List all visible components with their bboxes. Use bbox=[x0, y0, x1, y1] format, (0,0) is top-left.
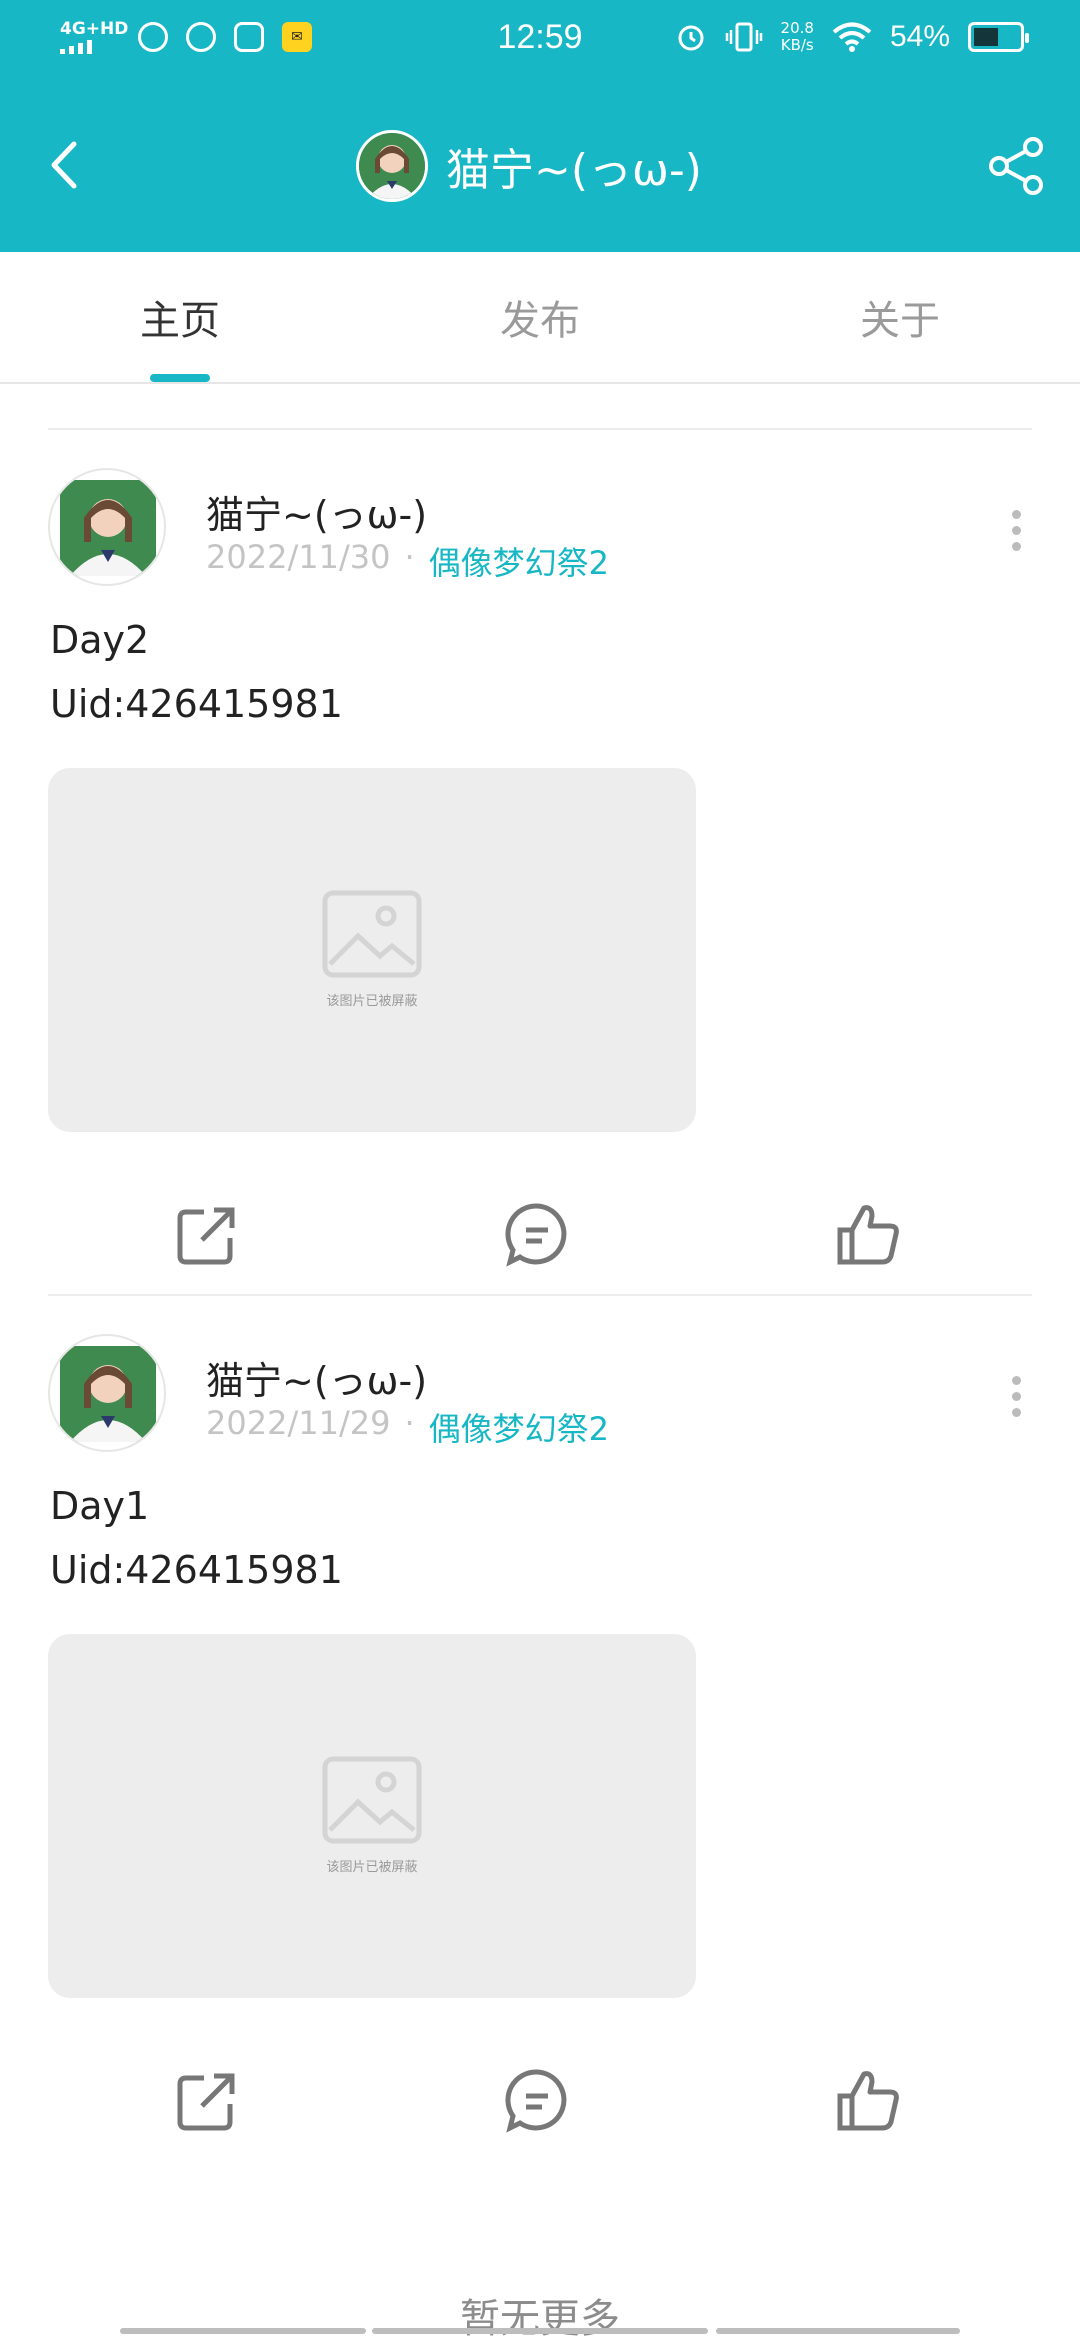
avatar[interactable] bbox=[356, 130, 428, 202]
profile-header[interactable]: 猫宁~(っω-) bbox=[356, 130, 702, 202]
post-actions bbox=[48, 2066, 1032, 2140]
post-date: 2022/11/29 bbox=[206, 1404, 391, 1442]
author-name[interactable]: 猫宁~(っω-) bbox=[206, 484, 427, 539]
more-dot bbox=[1011, 1376, 1021, 1385]
thumbs-up-icon bbox=[837, 1205, 899, 1265]
page-title: 猫宁~(っω-) bbox=[446, 145, 702, 196]
app-bar: 猫宁~(っω-) bbox=[0, 80, 1080, 252]
post-content[interactable]: Day2 Uid:426415981 bbox=[50, 608, 343, 736]
post-content[interactable]: Day1 Uid:426415981 bbox=[50, 1474, 343, 1602]
post-actions bbox=[48, 1200, 1032, 1274]
tab-indicator bbox=[150, 374, 210, 382]
more-options-button[interactable] bbox=[1008, 510, 1024, 556]
wifi-icon bbox=[832, 22, 872, 52]
game-tag[interactable]: 偶像梦幻祭2 bbox=[429, 1404, 609, 1450]
battery-icon bbox=[968, 22, 1029, 52]
back-button[interactable] bbox=[40, 130, 100, 200]
post-line: Uid:426415981 bbox=[50, 1548, 343, 1592]
author-name[interactable]: 猫宁~(っω-) bbox=[206, 1350, 427, 1405]
meta-separator: · bbox=[404, 1404, 415, 1442]
post-date: 2022/11/30 bbox=[206, 538, 391, 576]
comment-icon bbox=[505, 1203, 567, 1267]
vibrate-icon bbox=[725, 22, 762, 52]
more-dot bbox=[1011, 1392, 1021, 1401]
status-bar: 4G+HD ✉ 12:59 20.8 KB/s 54% bbox=[0, 0, 1080, 80]
share-post-button[interactable] bbox=[172, 2066, 242, 2136]
post-line: Day2 bbox=[50, 618, 150, 662]
comment-icon bbox=[505, 2069, 567, 2133]
nav-bar-segment bbox=[716, 2328, 960, 2334]
comment-button[interactable] bbox=[502, 2066, 572, 2136]
more-dot bbox=[1011, 510, 1021, 519]
share-button[interactable] bbox=[986, 134, 1050, 198]
post-line: Uid:426415981 bbox=[50, 682, 343, 726]
nav-bar-segment bbox=[372, 2328, 708, 2334]
avatar-image bbox=[359, 133, 425, 199]
alarm-icon bbox=[678, 25, 704, 51]
post-line: Day1 bbox=[50, 1484, 150, 1528]
avatar[interactable] bbox=[48, 468, 166, 586]
post-card[interactable]: 猫宁~(っω-) 2022/11/30 · 偶像梦幻祭2 Day2 Uid:42… bbox=[48, 428, 1032, 1290]
game-tag[interactable]: 偶像梦幻祭2 bbox=[429, 538, 609, 584]
comment-button[interactable] bbox=[502, 1200, 572, 1270]
image-placeholder-icon bbox=[322, 890, 422, 978]
thumbs-up-icon bbox=[837, 2071, 899, 2131]
net-speed-value: 20.8 bbox=[780, 19, 814, 37]
nav-bar-segment bbox=[120, 2328, 366, 2334]
image-blocked-caption: 该图片已被屏蔽 bbox=[326, 994, 418, 1009]
tab-about[interactable]: 关于 bbox=[720, 288, 1080, 346]
external-share-icon bbox=[177, 1207, 235, 1265]
share-post-button[interactable] bbox=[172, 1200, 242, 1270]
blocked-image[interactable]: 该图片已被屏蔽 bbox=[48, 1634, 696, 1998]
net-speed-unit: KB/s bbox=[780, 36, 814, 54]
status-right: 20.8 KB/s 54% bbox=[675, 20, 1029, 54]
more-options-button[interactable] bbox=[1008, 1376, 1024, 1422]
meta-separator: · bbox=[404, 538, 415, 576]
post-meta: 2022/11/30 · 偶像梦幻祭2 bbox=[206, 538, 609, 584]
post-meta: 2022/11/29 · 偶像梦幻祭2 bbox=[206, 1404, 609, 1450]
more-dot bbox=[1011, 1408, 1021, 1417]
image-blocked-caption: 该图片已被屏蔽 bbox=[326, 1860, 418, 1875]
avatar-image bbox=[60, 1346, 156, 1442]
tab-home[interactable]: 主页 bbox=[0, 288, 360, 346]
chevron-left-icon bbox=[51, 141, 77, 189]
tab-posts[interactable]: 发布 bbox=[360, 288, 720, 346]
more-dot bbox=[1011, 542, 1021, 551]
share-icon bbox=[989, 137, 1043, 195]
post-card[interactable]: 猫宁~(っω-) 2022/11/29 · 偶像梦幻祭2 Day1 Uid:42… bbox=[48, 1294, 1032, 2174]
avatar-image bbox=[60, 480, 156, 576]
external-share-icon bbox=[177, 2073, 235, 2131]
like-button[interactable] bbox=[834, 2066, 904, 2136]
blocked-image[interactable]: 该图片已被屏蔽 bbox=[48, 768, 696, 1132]
battery-percent: 54% bbox=[889, 20, 950, 53]
avatar[interactable] bbox=[48, 1334, 166, 1452]
net-speed: 20.8 KB/s bbox=[781, 20, 814, 54]
image-placeholder-icon bbox=[322, 1756, 422, 1844]
like-button[interactable] bbox=[834, 1200, 904, 1270]
tab-bar: 主页 发布 关于 bbox=[0, 252, 1080, 384]
more-dot bbox=[1011, 526, 1021, 535]
battery-level bbox=[974, 28, 998, 46]
